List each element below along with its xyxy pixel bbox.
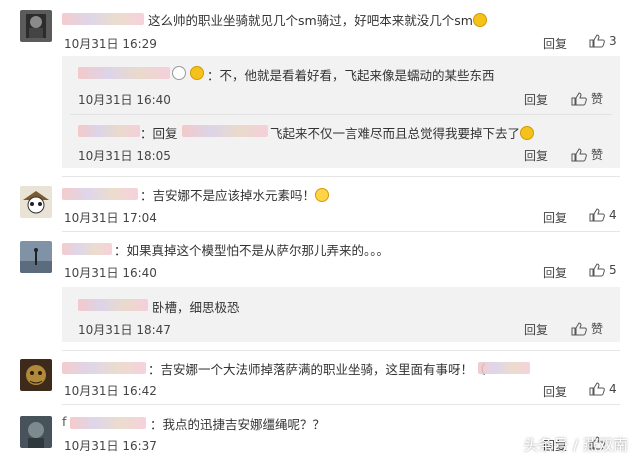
like-label: 赞 <box>591 148 604 162</box>
comment-text: ：我点的迅捷吉安娜缰绳呢？？ <box>150 417 326 432</box>
reply-button[interactable]: 回复 <box>524 147 548 164</box>
like-label: 赞 <box>591 92 604 106</box>
username[interactable] <box>78 67 170 79</box>
watermark: 头条号 / 燕双南 <box>523 436 628 454</box>
like-button[interactable]: 4 <box>589 382 617 396</box>
thumbs-up-icon <box>589 208 605 222</box>
username[interactable] <box>62 188 138 200</box>
like-button[interactable]: 5 <box>589 263 617 277</box>
reply-button[interactable]: 回复 <box>543 383 567 400</box>
thumbs-up-icon <box>589 382 605 396</box>
like-button[interactable]: 赞 <box>571 320 603 337</box>
like-label: 赞 <box>591 322 604 336</box>
reply-text-continued: 飞起来不仅一言难尽而且总觉得我要掉下去了 <box>270 123 535 142</box>
username-prefix[interactable]: f <box>62 414 66 429</box>
like-count: 5 <box>609 263 617 277</box>
avatar[interactable] <box>20 416 52 448</box>
avatar[interactable] <box>20 186 52 218</box>
emoji-icon <box>190 66 204 80</box>
comment-time: 10月31日 16:29 <box>64 37 157 51</box>
divider <box>62 404 620 405</box>
mention-username[interactable] <box>478 362 530 374</box>
reply-time: 10月31日 16:40 <box>78 93 171 107</box>
panda-icon <box>172 66 186 80</box>
reply-button[interactable]: 回复 <box>543 209 567 226</box>
username[interactable] <box>62 243 112 255</box>
like-button[interactable]: 赞 <box>571 90 603 107</box>
reply-time: 10月31日 18:47 <box>78 323 171 337</box>
divider <box>62 176 620 177</box>
comment-text: ：如果真掉这个模型怕不是从萨尔那儿弄来的。。。 <box>114 243 390 258</box>
divider <box>62 231 620 232</box>
laugh-emoji-icon <box>315 188 330 202</box>
comment-text: ：吉安娜一个大法师掉落萨满的职业坐骑，这里面有事呀！（ <box>148 362 486 377</box>
reply-text: ：不，他就是看着好看，飞起来像是蠕动的某些东西 <box>207 68 495 83</box>
thumbs-up-icon <box>571 91 587 106</box>
reply-text: ：回复 <box>140 126 178 141</box>
reply-button[interactable]: 回复 <box>524 321 548 338</box>
comment-time: 10月31日 16:40 <box>64 266 157 280</box>
reply-text: 卧槽，细思极恐 <box>152 300 240 315</box>
mention-username[interactable] <box>182 125 268 137</box>
thumbs-up-icon <box>571 321 587 336</box>
reply-button[interactable]: 回复 <box>524 91 548 108</box>
reply-button[interactable]: 回复 <box>543 264 567 281</box>
divider <box>62 350 620 351</box>
comment-time: 10月31日 16:42 <box>64 384 157 398</box>
username[interactable] <box>70 417 146 429</box>
comment-text: ：吉安娜不是应该掉水元素吗！ <box>140 185 330 204</box>
like-count: 3 <box>609 34 617 48</box>
comment-time: 10月31日 17:04 <box>64 211 157 225</box>
username[interactable] <box>78 299 148 311</box>
emoji-icon <box>472 13 487 27</box>
thumbs-up-icon <box>589 34 605 48</box>
avatar[interactable] <box>20 359 52 391</box>
username[interactable] <box>78 125 140 137</box>
like-button[interactable]: 赞 <box>571 146 603 163</box>
reply-time: 10月31日 18:05 <box>78 149 171 163</box>
thumbs-up-icon <box>571 147 587 162</box>
like-count: 4 <box>609 208 617 222</box>
emoji-icon <box>520 126 535 140</box>
thumbs-up-icon <box>589 263 605 277</box>
like-button[interactable]: 4 <box>589 208 617 222</box>
username[interactable] <box>62 13 144 25</box>
divider <box>70 114 612 115</box>
like-button[interactable]: 3 <box>589 34 617 48</box>
like-count: 4 <box>609 382 617 396</box>
avatar[interactable] <box>20 10 52 42</box>
username[interactable] <box>62 362 146 374</box>
comment-time: 10月31日 16:37 <box>64 439 157 453</box>
comment-text: 这么帅的职业坐骑就见几个sm骑过，好吧本来就没几个sm <box>148 10 487 29</box>
avatar[interactable] <box>20 241 52 273</box>
reply-button[interactable]: 回复 <box>543 35 567 52</box>
